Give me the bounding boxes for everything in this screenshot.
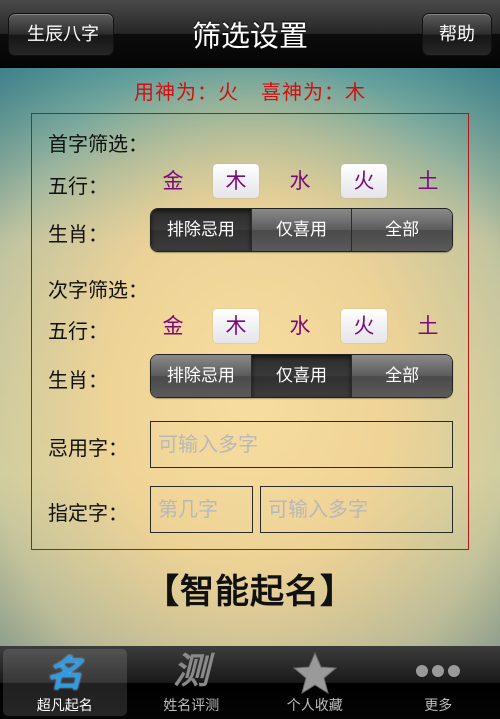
second-segment-favorable-only[interactable]: 仅喜用	[251, 355, 353, 397]
first-char-wuxing-label: 五行：	[48, 174, 108, 198]
avoid-chars-label: 忌用字：	[48, 436, 128, 460]
test-glyph-icon: 测	[173, 651, 210, 692]
second-char-zodiac-label: 生肖：	[48, 368, 108, 392]
first-element-fire[interactable]: 火	[341, 164, 387, 198]
tab-naming[interactable]: 名 超凡起名	[3, 649, 127, 716]
second-zodiac-segmented-control: 排除忌用 仅喜用 全部	[150, 354, 453, 398]
filter-settings-content: 用神为：火 喜神为：木 首字筛选： 五行： 金 木 水 火 土 生肖： 排除忌用 …	[0, 68, 500, 646]
smart-naming-button[interactable]: 【智能起名】	[0, 564, 500, 613]
useful-god-text: 用神为：火	[134, 80, 239, 104]
first-segment-exclude[interactable]: 排除忌用	[151, 209, 252, 251]
second-segment-all[interactable]: 全部	[352, 355, 452, 397]
second-char-heading: 次字筛选：	[48, 278, 148, 302]
star-icon	[253, 651, 377, 695]
tab-favorites-label: 个人收藏	[286, 698, 343, 714]
useful-god-line: 用神为：火 喜神为：木	[0, 76, 500, 105]
tab-name-test[interactable]: 测 姓名评测	[130, 646, 254, 719]
help-button[interactable]: 帮助	[422, 13, 492, 56]
filter-panel: 首字筛选： 五行： 金 木 水 火 土 生肖： 排除忌用 仅喜用 全部 次字筛选…	[31, 113, 469, 550]
specify-chars-label: 指定字：	[48, 501, 128, 525]
happy-god-text: 喜神为：木	[261, 80, 366, 104]
second-element-earth[interactable]: 土	[405, 309, 451, 343]
tab-more[interactable]: 更多	[377, 646, 500, 719]
first-zodiac-segmented-control: 排除忌用 仅喜用 全部	[150, 208, 453, 252]
second-element-fire[interactable]: 火	[341, 309, 387, 343]
second-element-water[interactable]: 水	[277, 309, 323, 343]
first-element-metal[interactable]: 金	[150, 164, 196, 198]
tab-name-test-label: 姓名评测	[163, 698, 220, 714]
tab-bar: 名 超凡起名 测 姓名评测 个人收藏 更多	[0, 646, 500, 719]
name-glyph-icon: 名	[46, 654, 83, 695]
tab-favorites[interactable]: 个人收藏	[253, 646, 377, 719]
second-char-wuxing-label: 五行：	[48, 319, 108, 343]
tab-naming-label: 超凡起名	[36, 698, 93, 714]
second-element-metal[interactable]: 金	[150, 309, 196, 343]
specify-chars-input[interactable]: 可输入多字	[260, 486, 453, 533]
second-element-wood[interactable]: 木	[213, 309, 259, 343]
char-position-input[interactable]: 第几字	[150, 486, 253, 533]
avoid-chars-input[interactable]: 可输入多字	[150, 421, 453, 468]
tab-more-label: 更多	[424, 698, 453, 714]
navigation-bar: 生辰八字 筛选设置 帮助	[0, 0, 500, 68]
first-element-wood[interactable]: 木	[213, 164, 259, 198]
first-segment-all[interactable]: 全部	[352, 209, 452, 251]
first-segment-favorable-only[interactable]: 仅喜用	[251, 209, 353, 251]
second-segment-exclude[interactable]: 排除忌用	[151, 355, 252, 397]
first-element-earth[interactable]: 土	[405, 164, 451, 198]
first-char-heading: 首字筛选：	[48, 132, 148, 156]
first-char-zodiac-label: 生肖：	[48, 222, 108, 246]
more-dots-icon	[377, 651, 500, 693]
first-element-water[interactable]: 水	[277, 164, 323, 198]
